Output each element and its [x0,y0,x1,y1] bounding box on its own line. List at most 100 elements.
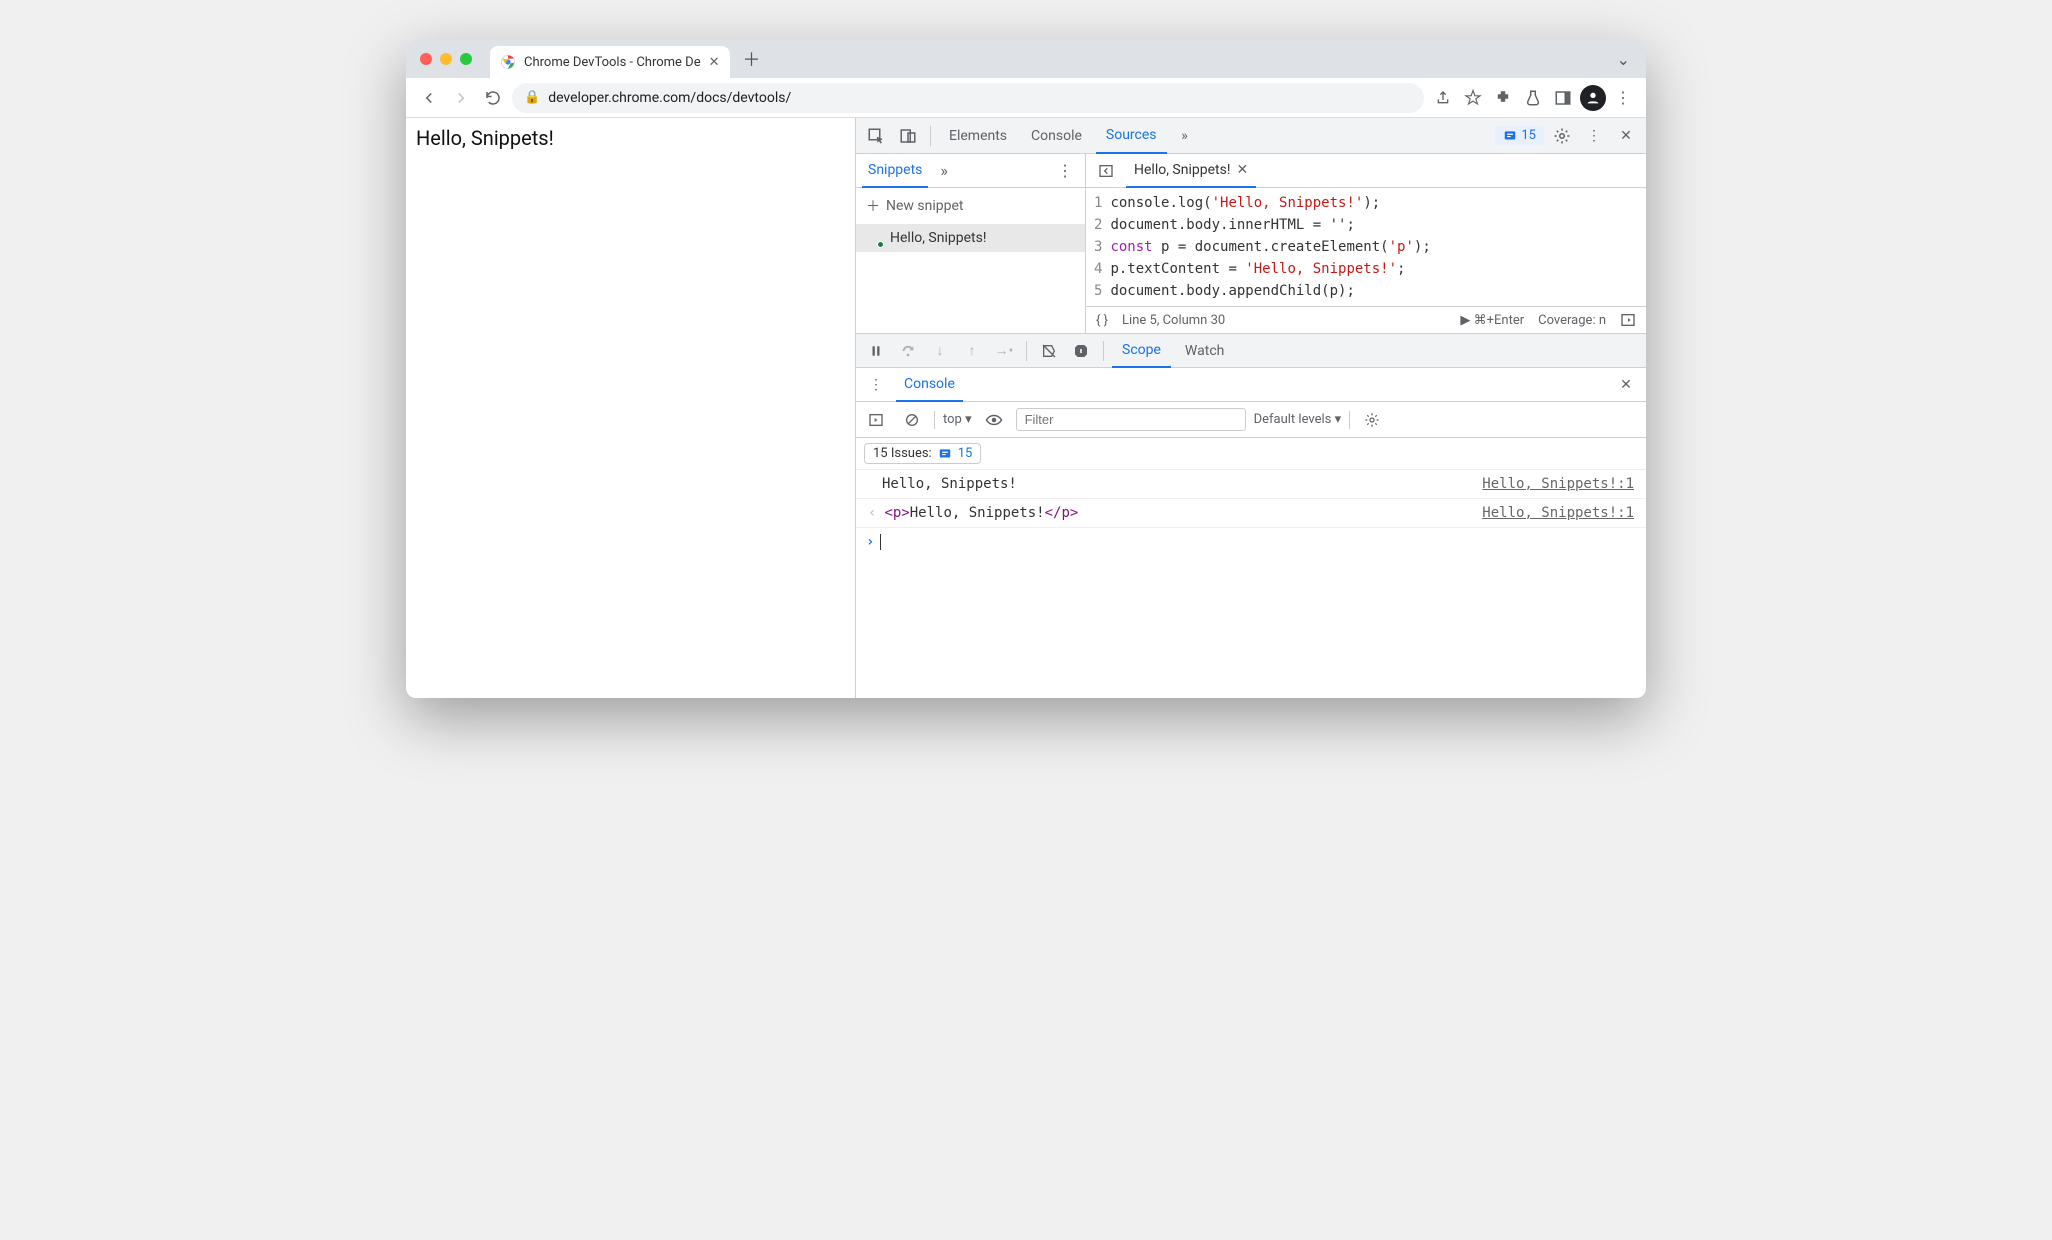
snippet-file-icon [866,230,882,246]
share-button[interactable] [1430,85,1456,111]
page-viewport: Hello, Snippets! [406,118,856,698]
tab-title: Chrome DevTools - Chrome De [524,55,701,70]
clear-console-icon[interactable] [898,406,926,434]
code-editor[interactable]: 1 2 3 4 5 console.log('Hello, Snippets!'… [1086,188,1646,306]
issues-badge[interactable]: 15 [1495,126,1544,145]
cursor-position: Line 5, Column 30 [1122,313,1225,328]
devtools-tab-bar: Elements Console Sources » 15 ⋮ ✕ [856,118,1646,154]
profile-button[interactable] [1580,85,1606,111]
navigator-menu-icon[interactable]: ⋮ [1051,161,1079,180]
issues-bar: 15 Issues: 15 [856,438,1646,470]
editor-tabs: Hello, Snippets! ✕ [1086,154,1646,188]
bookmark-button[interactable] [1460,85,1486,111]
new-snippet-label: New snippet [886,198,964,214]
plus-icon: ＋ [866,196,880,216]
console-prompt[interactable]: › [856,528,1646,556]
code-lines: console.log('Hello, Snippets!'); documen… [1110,188,1430,306]
format-icon[interactable]: { } [1096,313,1108,328]
back-button[interactable] [416,85,442,111]
text-caret [880,534,881,550]
close-window-button[interactable] [420,53,432,65]
close-tab-icon[interactable]: ✕ [709,55,720,70]
tab-sources[interactable]: Sources [1096,118,1167,154]
editor-panel: Hello, Snippets! ✕ 1 2 3 4 5 [1086,154,1646,333]
close-editor-tab-icon[interactable]: ✕ [1236,162,1248,178]
address-bar[interactable]: 🔒 developer.chrome.com/docs/devtools/ [512,83,1424,113]
issues-chip-label: 15 Issues: [873,446,932,461]
step-into-icon[interactable]: ↓ [926,337,954,365]
prompt-chevron-icon: › [866,534,874,550]
snippet-item[interactable]: Hello, Snippets! [856,224,1085,252]
coverage-status: Coverage: n [1538,313,1606,328]
page-body-text: Hello, Snippets! [416,126,554,150]
content-area: Hello, Snippets! Elements Console Source… [406,118,1646,698]
editor-status-bar: { } Line 5, Column 30 ▶ ⌘+Enter Coverage… [1086,306,1646,333]
tab-elements[interactable]: Elements [939,118,1017,154]
browser-window: Chrome DevTools - Chrome De ✕ ＋ ⌄ 🔒 deve… [406,40,1646,698]
debugger-toolbar: ↓ ↑ →• Scope Watch [856,334,1646,368]
issues-chip[interactable]: 15 Issues: 15 [864,443,981,464]
tab-console-drawer[interactable]: Console [896,368,963,402]
maximize-window-button[interactable] [460,53,472,65]
element-text: Hello, Snippets! [910,505,1045,521]
navigator-tabs: Snippets » ⋮ [856,154,1085,188]
run-snippet-button[interactable]: ▶ ⌘+Enter [1460,313,1524,328]
device-toggle-icon[interactable] [894,122,922,150]
issues-chip-count: 15 [958,446,973,461]
tab-console[interactable]: Console [1021,118,1092,154]
browser-tab[interactable]: Chrome DevTools - Chrome De ✕ [490,46,730,78]
snippets-sidebar: Snippets » ⋮ ＋ New snippet Hello, Snippe… [856,154,1086,333]
tab-snippets[interactable]: Snippets [862,154,928,188]
extensions-button[interactable] [1490,85,1516,111]
step-icon[interactable]: →• [990,337,1018,365]
new-snippet-button[interactable]: ＋ New snippet [856,188,1085,224]
editor-tab[interactable]: Hello, Snippets! ✕ [1126,154,1256,188]
console-element-row: ‹ <p>Hello, Snippets!</p> Hello, Snippet… [856,499,1646,528]
log-message: Hello, Snippets! [868,476,1017,492]
log-source-link[interactable]: Hello, Snippets!:1 [1482,505,1634,521]
browser-toolbar: 🔒 developer.chrome.com/docs/devtools/ ⋮ [406,78,1646,118]
devtools-menu-icon[interactable]: ⋮ [1580,122,1608,150]
element-close-tag: </p> [1045,505,1079,521]
log-source-link[interactable]: Hello, Snippets!:1 [1482,476,1634,492]
step-over-icon[interactable] [894,337,922,365]
console-drawer-header: ⋮ Console ✕ [856,368,1646,402]
tabs-menu-button[interactable]: ⌄ [1601,50,1646,69]
more-tabs-icon[interactable]: » [1171,122,1199,150]
filter-input[interactable] [1016,408,1246,431]
reload-button[interactable] [480,85,506,111]
inspect-element-icon[interactable] [862,122,890,150]
tab-scope[interactable]: Scope [1112,334,1171,368]
toggle-sidebar-icon[interactable] [1620,312,1636,328]
console-toolbar: top ▾ Default levels ▾ [856,402,1646,438]
console-settings-icon[interactable] [1358,406,1386,434]
chrome-menu-button[interactable]: ⋮ [1610,85,1636,111]
close-drawer-icon[interactable]: ✕ [1612,371,1640,399]
forward-button[interactable] [448,85,474,111]
issues-count: 15 [1521,128,1536,143]
expand-arrow-icon[interactable]: ‹ [868,505,876,521]
drawer-menu-icon[interactable]: ⋮ [862,371,890,399]
tab-watch[interactable]: Watch [1175,334,1234,368]
element-open-tag: <p> [884,505,909,521]
live-expression-icon[interactable] [980,406,1008,434]
context-selector[interactable]: top ▾ [943,412,972,427]
pause-icon[interactable] [862,337,890,365]
url-text: developer.chrome.com/docs/devtools/ [548,90,791,106]
labs-button[interactable] [1520,85,1546,111]
snippet-name: Hello, Snippets! [890,230,986,246]
log-levels-selector[interactable]: Default levels ▾ [1254,412,1342,427]
step-out-icon[interactable]: ↑ [958,337,986,365]
navigator-more-icon[interactable]: » [934,161,954,180]
minimize-window-button[interactable] [440,53,452,65]
toggle-navigator-icon[interactable] [1092,157,1120,185]
side-panel-button[interactable] [1550,85,1576,111]
settings-icon[interactable] [1548,122,1576,150]
console-sidebar-icon[interactable] [862,406,890,434]
deactivate-breakpoints-icon[interactable] [1035,337,1063,365]
pause-on-exceptions-icon[interactable] [1067,337,1095,365]
close-devtools-icon[interactable]: ✕ [1612,122,1640,150]
devtools-panel: Elements Console Sources » 15 ⋮ ✕ Snippe… [856,118,1646,698]
new-tab-button[interactable]: ＋ [738,45,766,73]
lock-icon: 🔒 [524,90,540,105]
